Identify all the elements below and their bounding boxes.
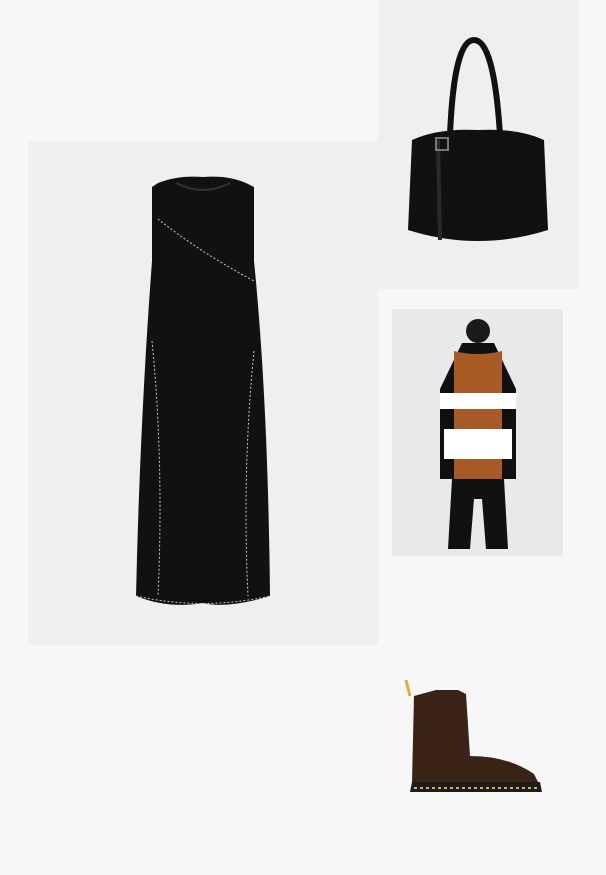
cardigan-icon (440, 319, 516, 549)
boot-image[interactable] (396, 660, 556, 795)
bag-image[interactable] (378, 0, 578, 289)
bag-icon (408, 36, 548, 241)
boot-icon (404, 679, 542, 792)
dress-icon (135, 176, 271, 605)
dress-image[interactable] (28, 141, 378, 645)
cardigan-image[interactable] (392, 309, 563, 556)
